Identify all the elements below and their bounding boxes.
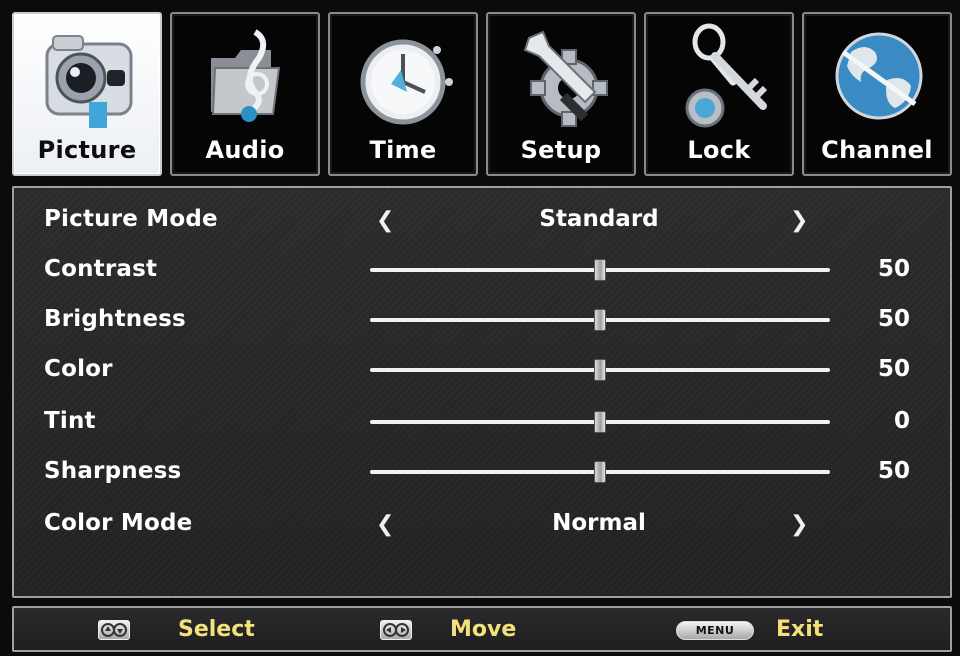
brightness-row[interactable]: Brightness 50 bbox=[14, 300, 950, 340]
sharpness-slider[interactable] bbox=[370, 461, 830, 483]
brightness-slider[interactable] bbox=[370, 309, 830, 331]
wrench-gear-icon bbox=[523, 30, 608, 127]
brightness-label: Brightness bbox=[44, 306, 186, 332]
color-label: Color bbox=[44, 356, 113, 382]
music-folder-icon bbox=[211, 29, 281, 122]
tab-label: Lock bbox=[687, 136, 751, 164]
move-hint-label: Move bbox=[450, 617, 517, 642]
tab-setup[interactable]: Setup bbox=[486, 12, 636, 176]
picture-mode-label: Picture Mode bbox=[44, 206, 218, 232]
tab-label: Audio bbox=[205, 136, 285, 164]
tab-lock[interactable]: Lock bbox=[644, 12, 794, 176]
color-value: 50 bbox=[877, 356, 910, 382]
color-mode-label: Color Mode bbox=[44, 510, 193, 536]
tab-label: Setup bbox=[520, 136, 602, 164]
tint-slider-handle[interactable] bbox=[594, 411, 606, 433]
brightness-value: 50 bbox=[877, 306, 910, 332]
tab-audio[interactable]: Audio bbox=[170, 12, 320, 176]
color-mode-left-arrow[interactable]: ❮ bbox=[376, 512, 394, 537]
sharpness-label: Sharpness bbox=[44, 458, 182, 484]
contrast-label: Contrast bbox=[44, 256, 158, 282]
help-footer: Select Move MENU Exit bbox=[12, 606, 952, 652]
select-hint-label: Select bbox=[178, 617, 255, 642]
color-slider[interactable] bbox=[370, 359, 830, 381]
picture-mode-value: Standard bbox=[539, 206, 659, 232]
tab-label: Picture bbox=[37, 136, 137, 164]
sharpness-slider-handle[interactable] bbox=[594, 461, 606, 483]
picture-mode-row[interactable]: Picture Mode ❮ Standard ❯ bbox=[14, 200, 950, 240]
color-slider-handle[interactable] bbox=[594, 359, 606, 381]
color-mode-value: Normal bbox=[552, 510, 646, 536]
tint-label: Tint bbox=[44, 408, 96, 434]
left-right-arrows-icon bbox=[380, 620, 412, 640]
tab-label: Time bbox=[369, 136, 437, 164]
sharpness-value: 50 bbox=[877, 458, 910, 484]
camera-icon bbox=[45, 35, 133, 128]
contrast-slider[interactable] bbox=[370, 259, 830, 281]
brightness-slider-handle[interactable] bbox=[594, 309, 606, 331]
tab-time[interactable]: Time bbox=[328, 12, 478, 176]
sharpness-row[interactable]: Sharpness 50 bbox=[14, 452, 950, 492]
exit-hint-label: Exit bbox=[776, 617, 824, 642]
up-down-arrows-icon bbox=[98, 620, 130, 640]
globe-icon bbox=[835, 32, 923, 120]
contrast-slider-handle[interactable] bbox=[594, 259, 606, 281]
color-mode-row[interactable]: Color Mode ❮ Normal ❯ bbox=[14, 504, 950, 544]
clock-icon bbox=[360, 39, 453, 125]
contrast-value: 50 bbox=[877, 256, 910, 282]
menu-key-icon: MENU bbox=[676, 621, 754, 640]
tint-slider[interactable] bbox=[370, 411, 830, 433]
tab-channel[interactable]: Channel bbox=[802, 12, 952, 176]
color-mode-right-arrow[interactable]: ❯ bbox=[790, 512, 808, 537]
picture-settings-panel: Picture Mode ❮ Standard ❯ Contrast 50 Br… bbox=[12, 186, 952, 598]
color-row[interactable]: Color 50 bbox=[14, 350, 950, 390]
key-icon bbox=[685, 23, 768, 128]
picture-mode-right-arrow[interactable]: ❯ bbox=[790, 208, 808, 233]
tint-row[interactable]: Tint 0 bbox=[14, 402, 950, 442]
picture-mode-left-arrow[interactable]: ❮ bbox=[376, 208, 394, 233]
tint-value: 0 bbox=[893, 408, 910, 434]
menu-tab-bar: Picture Audio Time Setup Lock Channel bbox=[8, 8, 952, 180]
contrast-row[interactable]: Contrast 50 bbox=[14, 250, 950, 290]
tab-picture[interactable]: Picture bbox=[12, 12, 162, 176]
tab-label: Channel bbox=[821, 136, 933, 164]
